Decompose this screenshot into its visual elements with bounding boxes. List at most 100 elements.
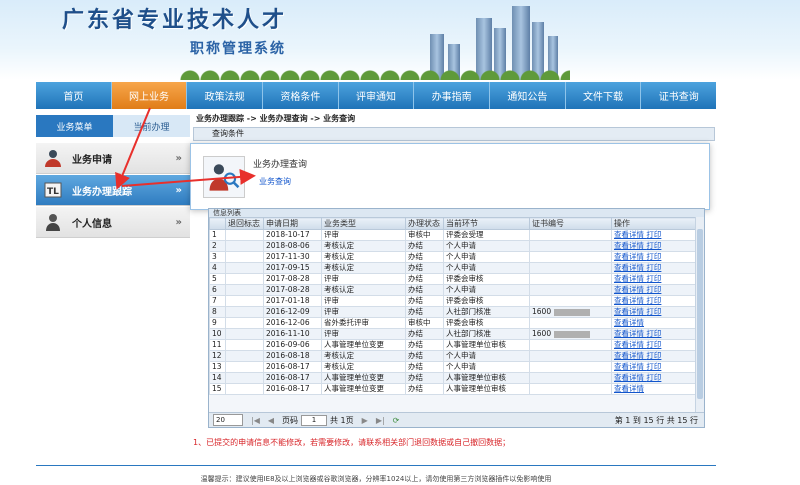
table-row[interactable]: 11 2016-09-06 人事管理单位变更 办结 人事管理单位审核 查看详情 打印 [209,339,696,351]
view-details-link[interactable]: 查看详情 [614,319,644,328]
step-cell: 个人申请 [443,284,530,296]
view-details-link[interactable]: 查看详情 [614,330,644,339]
status-cell: 办结 [405,328,444,340]
nav-item-review-notice[interactable]: 评审通知 [339,82,415,109]
sidebar-item-tracking[interactable]: TL 业务办理跟踪 » [36,175,190,206]
table-row[interactable]: 3 2017-11-30 考核认定 办结 个人申请 查看详情 打印 [209,251,696,263]
table-row[interactable]: 6 2017-08-28 考核认定 办结 个人申请 查看详情 打印 [209,284,696,296]
nav-item-qualification[interactable]: 资格条件 [263,82,339,109]
view-details-link[interactable]: 查看详情 [614,275,644,284]
row-number-cell: 12 [209,350,226,362]
print-link[interactable]: 打印 [646,242,661,251]
sidebar-item-personal-info[interactable]: 个人信息 » [36,207,190,238]
table-row[interactable]: 12 2016-08-18 考核认定 办结 个人申请 查看详情 打印 [209,350,696,362]
page-label: 页码 [282,415,299,425]
table-row[interactable]: 1 2018-10-17 评审 审核中 评委会受理 查看详情 打印 [209,229,696,241]
chevron-right-icon: » [175,152,182,164]
date-cell: 2016-12-09 [263,306,322,318]
column-header[interactable]: 业务类型 [321,217,406,230]
column-header[interactable]: 当前环节 [443,217,530,230]
print-link[interactable]: 打印 [646,363,661,372]
sidebar-item-label: 业务申请 [72,154,112,166]
table-row[interactable]: 15 2016-08-17 人事管理单位变更 办结 人事管理单位审核 查看详情 [209,383,696,395]
nav-item-downloads[interactable]: 文件下载 [566,82,642,109]
query-conditions-label: 查询条件 [212,129,244,138]
view-details-link[interactable]: 查看详情 [614,341,644,350]
page-total: 共 1页 [330,415,354,425]
tab-business-menu[interactable]: 业务菜单 [36,115,113,137]
sidebar-tabs: 业务菜单 当前办理 [36,115,190,137]
view-details-link[interactable]: 查看详情 [614,242,644,251]
view-details-link[interactable]: 查看详情 [614,253,644,262]
date-cell: 2017-11-30 [263,251,322,263]
column-header[interactable]: 申请日期 [263,217,322,230]
page-input[interactable]: 1 [301,414,328,426]
page-size-select[interactable]: 20 [213,414,243,426]
table-row[interactable]: 9 2016-12-06 省外委托评审 审核中 评委会审核 查看详情 [209,317,696,329]
print-link[interactable]: 打印 [646,297,661,306]
business-type-cell: 评审 [321,306,406,318]
table-row[interactable]: 2 2018-08-06 考核认定 办结 个人申请 查看详情 打印 [209,240,696,252]
table-row[interactable]: 8 2016-12-09 评审 办结 人社部门核准 1600 查看详情 打印 [209,306,696,318]
print-link[interactable]: 打印 [646,286,661,295]
grid-scrollbar[interactable] [695,217,704,413]
view-details-link[interactable]: 查看详情 [614,264,644,273]
view-details-link[interactable]: 查看详情 [614,308,644,317]
date-cell: 2016-11-10 [263,328,322,340]
business-query-link[interactable]: 业务查询 [259,176,291,187]
print-link[interactable]: 打印 [646,308,661,317]
nav-item-online-business[interactable]: 网上业务 [111,82,188,109]
tab-current-handling[interactable]: 当前办理 [113,115,190,137]
print-link[interactable]: 打印 [646,275,661,284]
view-details-link[interactable]: 查看详情 [614,374,644,383]
return-flag-cell [225,251,264,263]
view-details-link[interactable]: 查看详情 [614,286,644,295]
business-type-cell: 考核认定 [321,240,406,252]
first-page-icon[interactable]: |◀ [251,416,260,425]
print-link[interactable]: 打印 [646,264,661,273]
next-page-icon[interactable]: ▶ [362,416,368,425]
nav-item-policy[interactable]: 政策法规 [187,82,264,109]
sidebar-item-apply[interactable]: 业务申请 » [36,143,190,174]
view-details-link[interactable]: 查看详情 [614,363,644,372]
last-page-icon[interactable]: ▶| [376,416,385,425]
search-person-icon [203,156,245,198]
status-cell: 办结 [405,350,444,362]
step-cell: 个人申请 [443,251,530,263]
view-details-link[interactable]: 查看详情 [614,297,644,306]
svg-text:TL: TL [47,187,59,197]
view-details-link[interactable]: 查看详情 [614,385,644,394]
view-details-link[interactable]: 查看详情 [614,352,644,361]
nav-item-announcements[interactable]: 通知公告 [490,82,566,109]
print-link[interactable]: 打印 [646,352,661,361]
query-conditions-header[interactable]: 查询条件 [193,127,715,141]
view-details-link[interactable]: 查看详情 [614,231,644,240]
nav-item-guide[interactable]: 办事指南 [414,82,491,109]
prev-page-icon[interactable]: ◀ [268,416,274,425]
business-type-cell: 评审 [321,328,406,340]
column-header[interactable]: 证书编号 [529,217,612,230]
table-row[interactable]: 13 2016-08-17 考核认定 办结 个人申请 查看详情 打印 [209,361,696,373]
column-header[interactable]: 退回标志 [225,217,264,230]
print-link[interactable]: 打印 [646,341,661,350]
column-header [209,217,226,230]
print-link[interactable]: 打印 [646,374,661,383]
table-row[interactable]: 5 2017-08-28 评审 办结 评委会审核 查看详情 打印 [209,273,696,285]
print-link[interactable]: 打印 [646,330,661,339]
table-row[interactable]: 10 2016-11-10 评审 办结 人社部门核准 1600 查看详情 打印 [209,328,696,340]
table-row[interactable]: 14 2016-08-17 人事管理单位变更 办结 人事管理单位审核 查看详情 打印 [209,372,696,384]
print-link[interactable]: 打印 [646,253,661,262]
cert-cell [529,317,612,329]
column-header[interactable]: 办理状态 [405,217,444,230]
row-number-cell: 6 [209,284,226,296]
table-row[interactable]: 7 2017-01-18 评审 办结 评委会审核 查看详情 打印 [209,295,696,307]
nav-item-home[interactable]: 首页 [36,82,112,109]
print-link[interactable]: 打印 [646,231,661,240]
nav-item-certificate[interactable]: 证书查询 [641,82,716,109]
table-row[interactable]: 4 2017-09-15 考核认定 办结 个人申请 查看详情 打印 [209,262,696,274]
scrollbar-thumb[interactable] [697,229,703,399]
date-cell: 2018-10-17 [263,229,322,241]
refresh-icon[interactable]: ⟳ [393,416,400,425]
row-number-cell: 1 [209,229,226,241]
pager-summary: 第 1 到 15 行 共 15 行 [614,415,698,425]
